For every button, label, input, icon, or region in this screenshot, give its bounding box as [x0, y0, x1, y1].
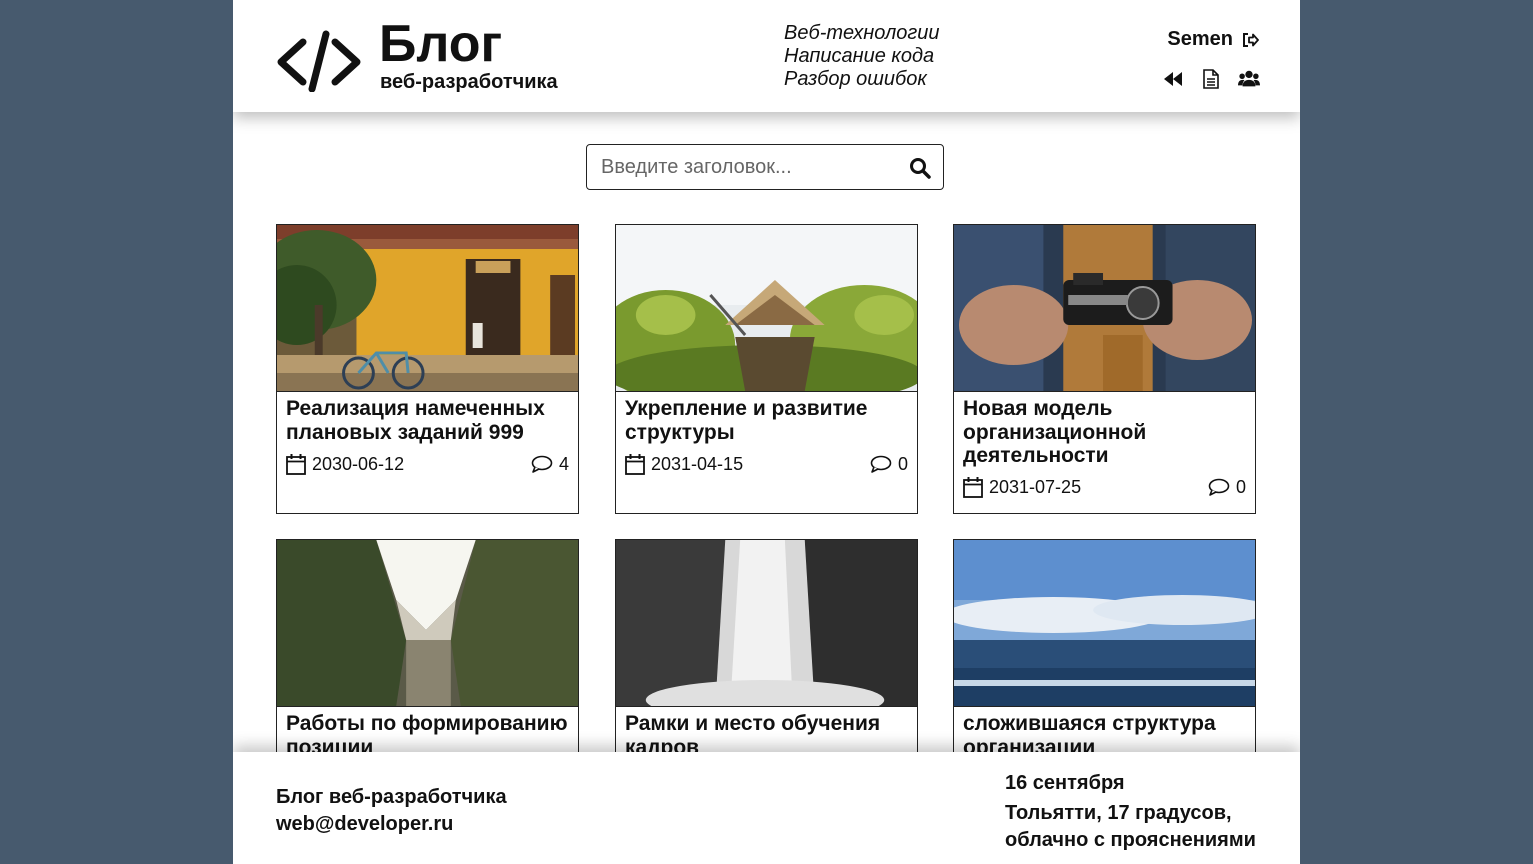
- comment-count: 0: [897, 453, 908, 474]
- calendar-icon: [286, 454, 306, 475]
- code-logo-icon: [277, 30, 361, 92]
- page: Блог веб-разработчика Веб-технологии Нап…: [233, 0, 1300, 864]
- post-comments[interactable]: 0: [870, 454, 908, 475]
- post-meta: 2031-07-25 0: [963, 476, 1246, 498]
- site-subtitle: веб-разработчика: [380, 71, 558, 93]
- calendar-icon: [625, 454, 645, 475]
- post-card[interactable]: Укрепление и развитие структуры 2031-04-…: [615, 224, 918, 514]
- post-comments[interactable]: 4: [531, 454, 569, 475]
- post-image: [954, 225, 1255, 392]
- post-date-text: 2031-07-25: [989, 476, 1082, 497]
- post-image: [277, 225, 578, 392]
- comment-count: 0: [1235, 476, 1246, 497]
- post-image: [277, 540, 578, 707]
- site-footer: Блог веб-разработчика web@developer.ru 1…: [233, 752, 1300, 864]
- footer-weather-line1: Тольятти, 17 градусов,: [1005, 802, 1232, 824]
- backward-icon[interactable]: [1162, 68, 1184, 90]
- post-comments[interactable]: 0: [1208, 477, 1246, 498]
- footer-contacts: Блог веб-разработчика web@developer.ru: [276, 784, 507, 838]
- nav-link-web-tech[interactable]: Веб-технологии: [784, 22, 939, 45]
- footer-info: 16 сентября Тольятти, 17 градусов, облач…: [1005, 770, 1256, 854]
- post-image: [954, 540, 1255, 707]
- post-title[interactable]: Реализация намеченных плановых заданий 9…: [286, 397, 569, 444]
- search-input[interactable]: [599, 145, 893, 190]
- footer-email[interactable]: web@developer.ru: [276, 811, 507, 838]
- post-date: 2031-07-25: [963, 476, 1081, 498]
- post-title[interactable]: Укрепление и развитие структуры: [625, 397, 908, 444]
- user-menu[interactable]: Semen: [1167, 28, 1259, 51]
- calendar-icon: [963, 477, 983, 498]
- users-icon[interactable]: [1238, 68, 1260, 90]
- post-meta: 2031-04-15 0: [625, 453, 908, 475]
- post-date: 2030-06-12: [286, 453, 404, 475]
- main-nav: Веб-технологии Написание кода Разбор оши…: [784, 22, 939, 91]
- post-title[interactable]: Новая модель организационной деятельност…: [963, 397, 1246, 468]
- header-toolbar: [1162, 68, 1260, 90]
- search-box: [586, 144, 944, 190]
- site-title[interactable]: Блог: [379, 14, 502, 74]
- post-image: [616, 540, 917, 707]
- user-name[interactable]: Semen: [1167, 28, 1233, 51]
- logout-icon[interactable]: [1241, 31, 1259, 49]
- document-icon[interactable]: [1200, 68, 1222, 90]
- comment-count: 4: [558, 453, 569, 474]
- nav-link-coding[interactable]: Написание кода: [784, 45, 939, 68]
- post-date: 2031-04-15: [625, 453, 743, 475]
- nav-link-errors[interactable]: Разбор ошибок: [784, 68, 939, 91]
- post-meta: 2030-06-12 4: [286, 453, 569, 475]
- footer-blog-name: Блог веб-разработчика: [276, 786, 507, 808]
- post-date-text: 2030-06-12: [312, 453, 405, 474]
- post-image: [616, 225, 917, 392]
- footer-weather-line2: облачно с прояснениями: [1005, 829, 1256, 851]
- search-icon[interactable]: [909, 157, 931, 179]
- comment-icon: [1208, 478, 1230, 496]
- comment-icon: [870, 455, 892, 473]
- post-date-text: 2031-04-15: [651, 453, 744, 474]
- footer-date: 16 сентября: [1005, 772, 1125, 794]
- comment-icon: [531, 455, 553, 473]
- post-card[interactable]: Реализация намеченных плановых заданий 9…: [276, 224, 579, 514]
- site-header: Блог веб-разработчика Веб-технологии Нап…: [233, 0, 1300, 112]
- post-card[interactable]: Новая модель организационной деятельност…: [953, 224, 1256, 514]
